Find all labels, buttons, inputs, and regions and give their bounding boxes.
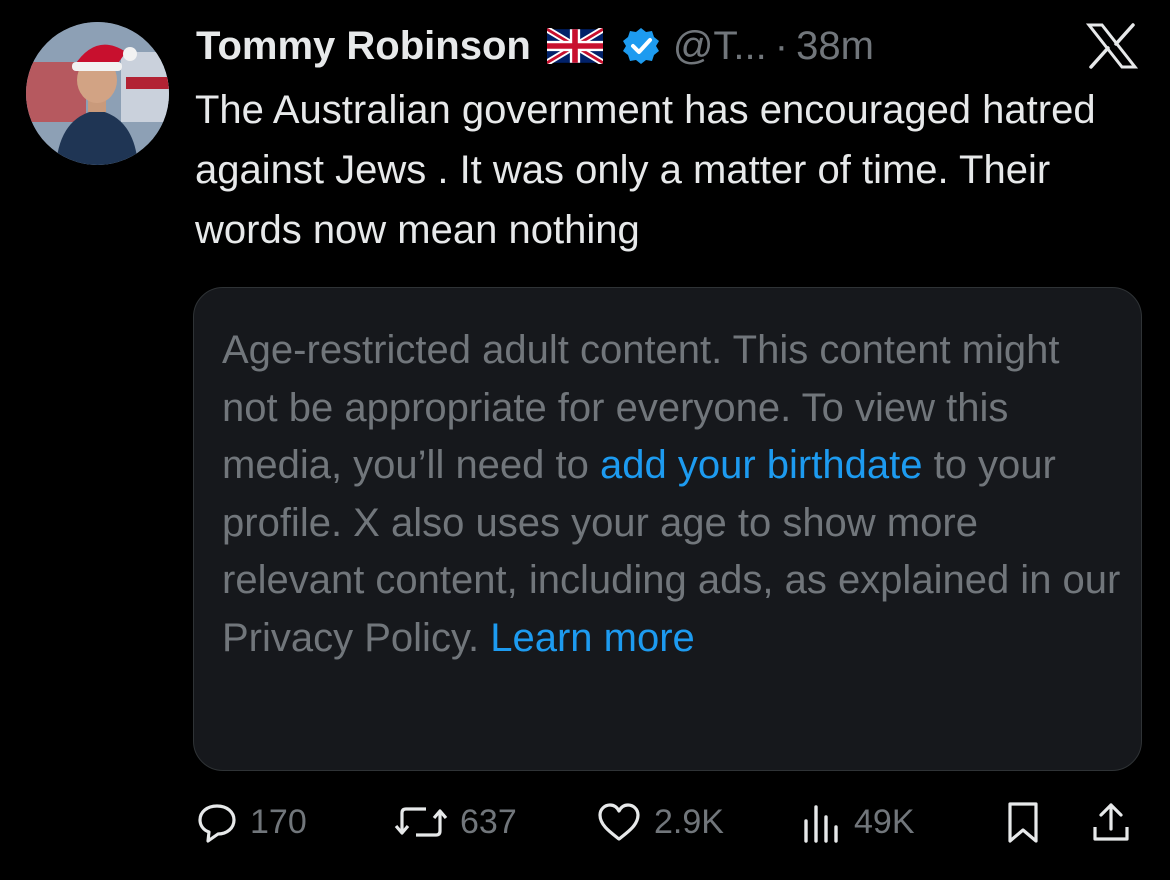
views-count: 49K — [854, 802, 915, 841]
post-text: The Australian government has encouraged… — [195, 88, 1096, 252]
x-logo-icon — [1085, 22, 1139, 70]
heart-icon — [598, 803, 640, 841]
avatar[interactable] — [26, 22, 169, 165]
age-restricted-media-card: Age-restricted adult content. This conte… — [193, 287, 1142, 771]
age-restricted-notice: Age-restricted adult content. This conte… — [222, 322, 1122, 668]
learn-more-link[interactable]: Learn more — [490, 616, 695, 660]
repost-icon — [394, 807, 448, 837]
separator-dot: · — [774, 23, 789, 68]
reply-icon — [198, 804, 236, 843]
share-icon — [1093, 803, 1129, 841]
author-name[interactable]: Tommy Robinson — [196, 24, 531, 69]
repost-count: 637 — [460, 802, 517, 841]
reply-count: 170 — [250, 802, 307, 841]
views-button[interactable]: 49K — [800, 792, 915, 852]
share-button[interactable] — [1090, 792, 1132, 852]
bookmark-icon — [1008, 802, 1038, 843]
post-time[interactable]: 38m — [796, 24, 874, 69]
reply-button[interactable]: 170 — [196, 792, 307, 852]
action-bar: 170 637 2.9K 49K — [190, 792, 1150, 852]
add-birthdate-link[interactable]: add your birthdate — [600, 443, 922, 487]
like-count: 2.9K — [654, 802, 724, 841]
author-handle[interactable]: @T... — [673, 24, 767, 69]
repost-button[interactable]: 637 — [394, 792, 517, 852]
uk-flag-icon — [545, 26, 605, 66]
verified-badge-icon[interactable] — [621, 26, 661, 66]
bookmark-button[interactable] — [1002, 792, 1044, 852]
avatar-photo — [26, 22, 169, 165]
views-icon — [804, 805, 838, 843]
like-button[interactable]: 2.9K — [596, 792, 724, 852]
post-header: Tommy Robinson @T... · 38m — [196, 18, 874, 74]
